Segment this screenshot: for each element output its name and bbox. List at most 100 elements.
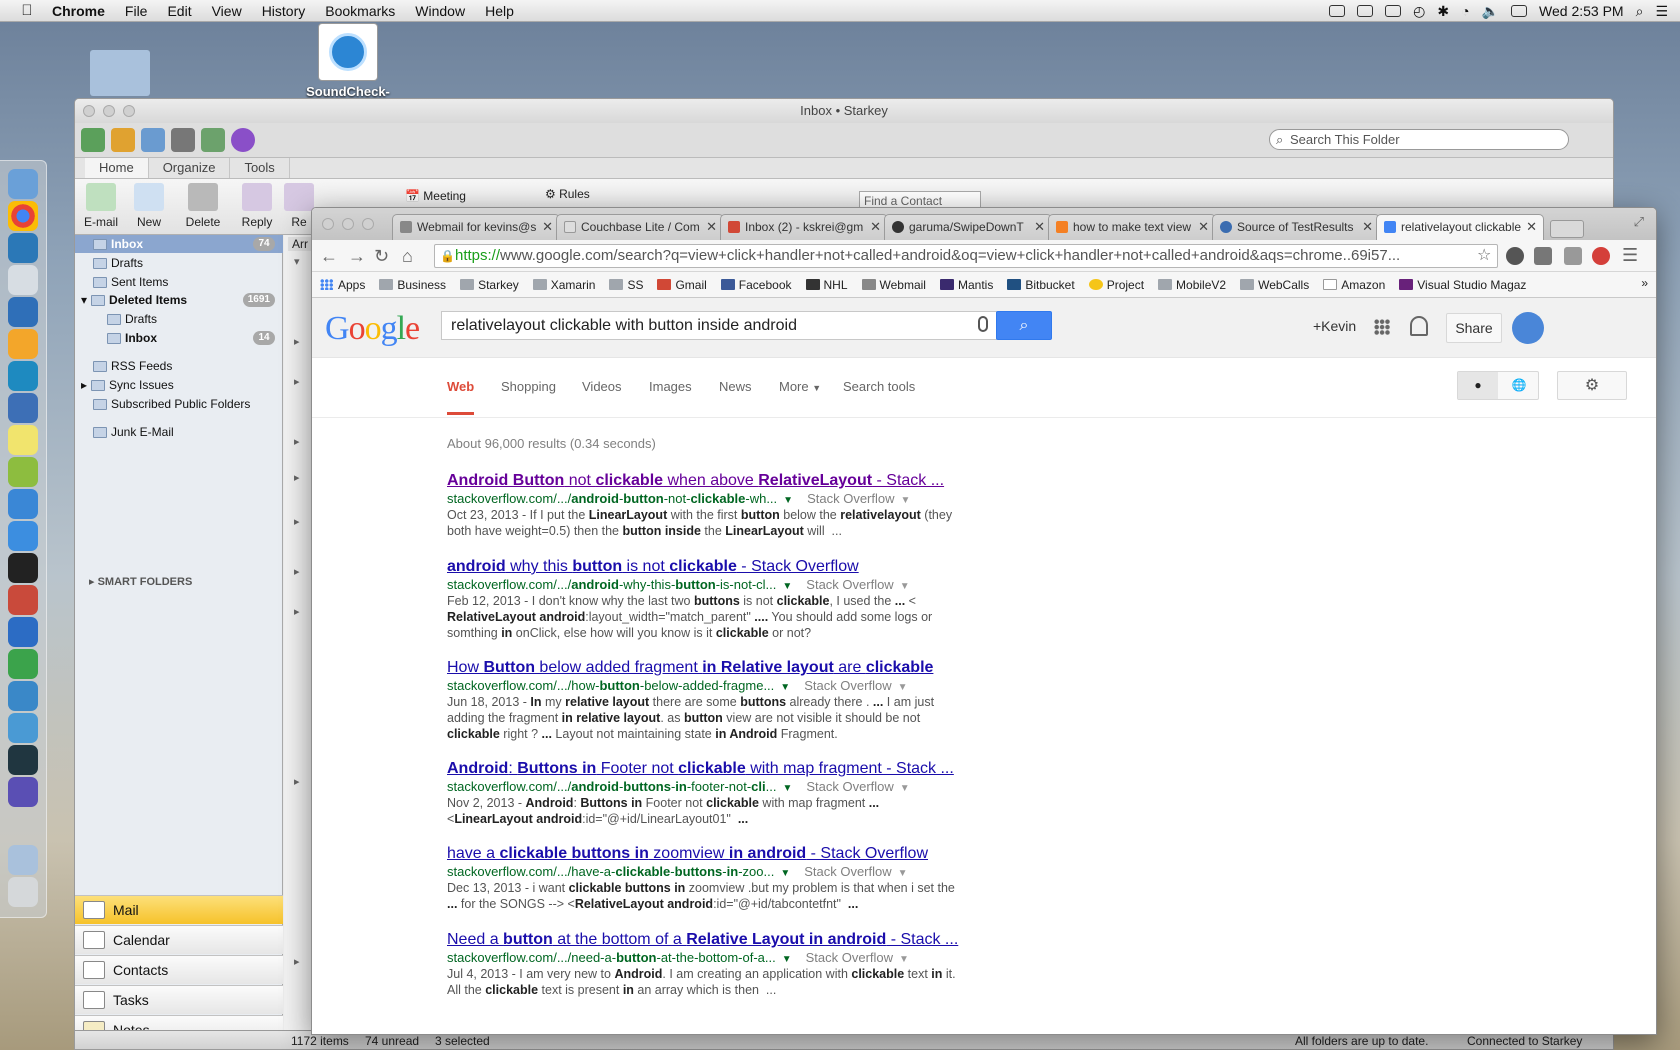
tab-more[interactable]: More ▼ [779, 379, 821, 394]
result-title-link[interactable]: have a clickable buttons in zoomview in … [447, 845, 967, 863]
spotlight-icon[interactable]: ⌕ [1636, 3, 1644, 20]
expand-icon[interactable]: ▸ [294, 775, 300, 788]
address-bar[interactable]: 🔒 https://www.google.com/search?q=view+cl… [434, 244, 1498, 268]
tab-couchbase[interactable]: Couchbase Lite / Com ✕ [556, 214, 724, 240]
trash-icon[interactable] [8, 877, 38, 907]
adblock-icon[interactable] [1592, 247, 1610, 265]
volume-icon[interactable]: 🔈 [1482, 3, 1499, 20]
nav-contacts[interactable]: Contacts [75, 955, 283, 984]
close-tab-icon[interactable]: ✕ [870, 219, 881, 235]
close-tab-icon[interactable]: ✕ [1034, 219, 1045, 235]
delete-button[interactable]: Delete [179, 183, 227, 229]
app-icon[interactable] [8, 233, 38, 263]
minimize-button[interactable] [342, 218, 354, 230]
settings-gear-icon[interactable]: ⚙ [1557, 371, 1627, 400]
help-icon[interactable] [231, 128, 255, 152]
folder-deleted-inbox[interactable]: Inbox 14 [107, 329, 283, 347]
bookmark-ss[interactable]: SS [609, 278, 643, 292]
expand-icon[interactable]: ▸ [294, 515, 300, 528]
stickies-icon[interactable] [8, 425, 38, 455]
folder-sync-issues[interactable]: ▸ Sync Issues [81, 376, 174, 394]
close-tab-icon[interactable]: ✕ [706, 219, 717, 235]
bookmark-nhl[interactable]: NHL [805, 278, 848, 292]
app-icon[interactable] [8, 681, 38, 711]
expand-icon[interactable]: ▸ [294, 605, 300, 618]
activity-monitor-icon[interactable] [8, 745, 38, 775]
home-icon[interactable]: ⌂ [402, 246, 413, 267]
cast-icon[interactable] [1564, 247, 1582, 265]
battery-status-icon[interactable] [1385, 5, 1402, 17]
dropdown-arrow-icon[interactable]: ▼ [782, 954, 792, 965]
xamarin-icon[interactable] [8, 713, 38, 743]
xamarin-studio-icon[interactable] [8, 777, 38, 807]
tab-home[interactable]: Home [85, 158, 149, 178]
dropdown-arrow-icon[interactable]: ▼ [901, 495, 911, 506]
mail-icon[interactable] [8, 265, 38, 295]
tab-webmail[interactable]: Webmail for kevins@s ✕ [392, 214, 560, 240]
group-toggle-icon[interactable]: ▾ [294, 255, 300, 268]
tab-videos[interactable]: Videos [582, 379, 622, 394]
bookmark-webmail[interactable]: Webmail [861, 278, 926, 292]
settings-extension-icon[interactable] [1506, 247, 1524, 265]
bookmark-starkey[interactable]: Starkey [460, 278, 519, 292]
fullscreen-icon[interactable]: ⤢ [1634, 214, 1644, 230]
itunes-icon[interactable] [8, 489, 38, 519]
disclosure-triangle-icon[interactable]: ▸ [89, 576, 98, 588]
disclosure-triangle-icon[interactable]: ▸ [81, 376, 87, 394]
bookmark-facebook[interactable]: Facebook [720, 278, 792, 292]
bookmark-project[interactable]: Project [1088, 278, 1144, 292]
tab-images[interactable]: Images [649, 379, 692, 394]
android-icon[interactable] [8, 457, 38, 487]
spotify-icon[interactable] [8, 649, 38, 679]
battery-icon[interactable] [1511, 5, 1528, 17]
tab-tools[interactable]: Tools [230, 158, 290, 178]
meeting-button[interactable]: 📅 Meeting [405, 189, 466, 203]
google-logo[interactable]: Google [325, 310, 420, 348]
result-source[interactable]: Stack Overflow [807, 491, 894, 506]
c-app-icon[interactable] [8, 361, 38, 391]
soundcheck-app-icon[interactable] [318, 23, 378, 81]
close-button[interactable] [83, 105, 95, 117]
notification-center-icon[interactable]: ☰ [1655, 3, 1668, 20]
zoom-button[interactable] [123, 105, 135, 117]
dropdown-arrow-icon[interactable]: ▼ [900, 783, 910, 794]
tab-organize[interactable]: Organize [149, 158, 231, 178]
close-tab-icon[interactable]: ✕ [1526, 219, 1537, 235]
dropdown-arrow-icon[interactable]: ▼ [899, 954, 909, 965]
expand-icon[interactable]: ▸ [294, 435, 300, 448]
redo-icon[interactable] [141, 128, 165, 152]
result-title-link[interactable]: How Button below added fragment in Relat… [447, 659, 967, 677]
dropdown-arrow-icon[interactable]: ▼ [782, 581, 792, 592]
app-icon[interactable] [8, 585, 38, 615]
folder-deleted-drafts[interactable]: Drafts [107, 310, 157, 328]
new-email-button[interactable]: E-mail [77, 183, 125, 229]
search-folder-input[interactable]: Search This Folder [1269, 129, 1569, 150]
menu-history[interactable]: History [252, 3, 316, 19]
clock[interactable]: Wed 2:53 PM [1539, 3, 1624, 19]
app-icon[interactable] [8, 393, 38, 423]
nav-tasks[interactable]: Tasks [75, 985, 283, 1014]
expand-icon[interactable]: ▸ [294, 335, 300, 348]
menu-edit[interactable]: Edit [157, 3, 201, 19]
print-icon[interactable] [171, 128, 195, 152]
nav-calendar[interactable]: Calendar [75, 925, 283, 954]
reply-button[interactable]: Reply [233, 183, 281, 229]
bookmark-mantis[interactable]: Mantis [939, 278, 993, 292]
menu-bookmarks[interactable]: Bookmarks [315, 3, 405, 19]
tab-news[interactable]: News [719, 379, 752, 394]
tab-web[interactable]: Web [447, 379, 475, 415]
minimize-button[interactable] [103, 105, 115, 117]
new-tab-button[interactable] [1550, 220, 1584, 238]
result-title-link[interactable]: android why this button is not clickable… [447, 558, 967, 576]
send-receive-icon[interactable] [81, 128, 105, 152]
menu-window[interactable]: Window [405, 3, 475, 19]
finder-icon[interactable] [8, 169, 38, 199]
folder-inbox[interactable]: Inbox 74 [75, 235, 283, 253]
google-plus-user-link[interactable]: +Kevin [1313, 318, 1356, 334]
pocket-icon[interactable] [1534, 247, 1552, 265]
menu-file[interactable]: File [115, 3, 158, 19]
folder-junk-email[interactable]: Junk E-Mail [93, 423, 174, 441]
bookmark-webcalls[interactable]: WebCalls [1240, 278, 1309, 292]
result-source[interactable]: Stack Overflow [806, 950, 893, 965]
close-tab-icon[interactable]: ✕ [1362, 219, 1373, 235]
